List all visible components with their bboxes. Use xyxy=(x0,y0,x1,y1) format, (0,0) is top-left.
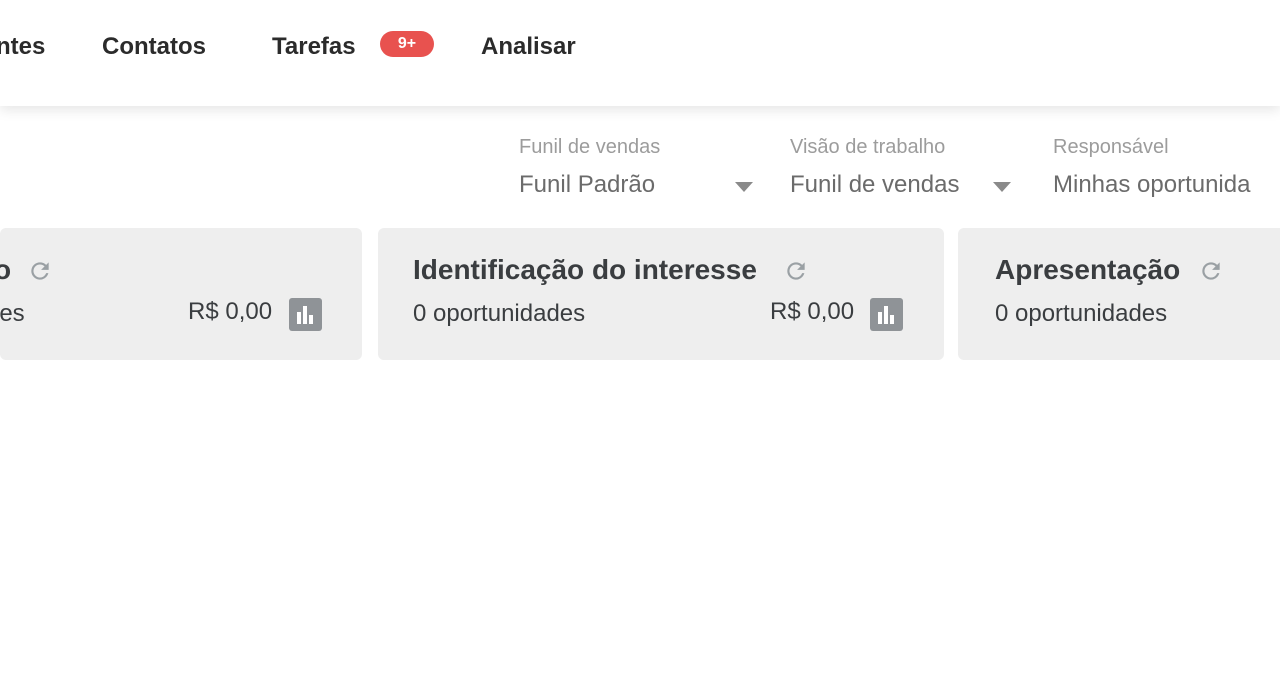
refresh-icon[interactable] xyxy=(27,258,53,284)
nav-item-tarefas[interactable]: Tarefas xyxy=(272,32,356,62)
work-view-select-label: Visão de trabalho xyxy=(790,136,946,158)
stage-opportunity-count: 0 oportunidades xyxy=(995,300,1168,327)
owner-select-label: Responsável xyxy=(1053,136,1169,158)
stage-opportunity-count: les xyxy=(0,300,25,327)
top-navigation-bar: ntes Contatos Tarefas 9+ Analisar xyxy=(0,0,1280,106)
funnel-select[interactable]: Funil de vendas Funil Padrão xyxy=(519,136,759,206)
stage-total-value: R$ 0,00 xyxy=(188,298,273,325)
stage-card: Identificação do interesse 0 oportunidad… xyxy=(378,228,944,360)
tasks-count-badge: 9+ xyxy=(380,31,434,57)
chevron-down-icon xyxy=(735,182,753,192)
nav-item-analisar[interactable]: Analisar xyxy=(481,32,576,62)
stage-card: Apresentação 0 oportunidades xyxy=(958,228,1280,360)
funnel-select-label: Funil de vendas xyxy=(519,136,661,158)
stage-title: Apresentação xyxy=(995,254,1181,285)
chevron-down-icon xyxy=(993,182,1011,192)
stage-card: o les R$ 0,00 xyxy=(0,228,362,360)
stage-title: o xyxy=(0,254,12,285)
stage-total-value: R$ 0,00 xyxy=(770,298,855,325)
nav-item-clientes[interactable]: ntes xyxy=(0,32,45,62)
work-view-select[interactable]: Visão de trabalho Funil de vendas xyxy=(790,136,1020,206)
stage-title: Identificação do interesse xyxy=(413,254,757,285)
funnel-select-value: Funil Padrão xyxy=(519,171,656,198)
owner-select[interactable]: Responsável Minhas oportunida xyxy=(1053,136,1280,206)
refresh-icon[interactable] xyxy=(1198,258,1224,284)
work-view-select-value: Funil de vendas xyxy=(790,171,960,198)
nav-item-contatos[interactable]: Contatos xyxy=(102,32,206,62)
stage-opportunity-count: 0 oportunidades xyxy=(413,300,586,327)
owner-select-value: Minhas oportunida xyxy=(1053,171,1251,198)
bar-chart-icon[interactable] xyxy=(289,298,322,331)
bar-chart-icon[interactable] xyxy=(870,298,903,331)
refresh-icon[interactable] xyxy=(783,258,809,284)
